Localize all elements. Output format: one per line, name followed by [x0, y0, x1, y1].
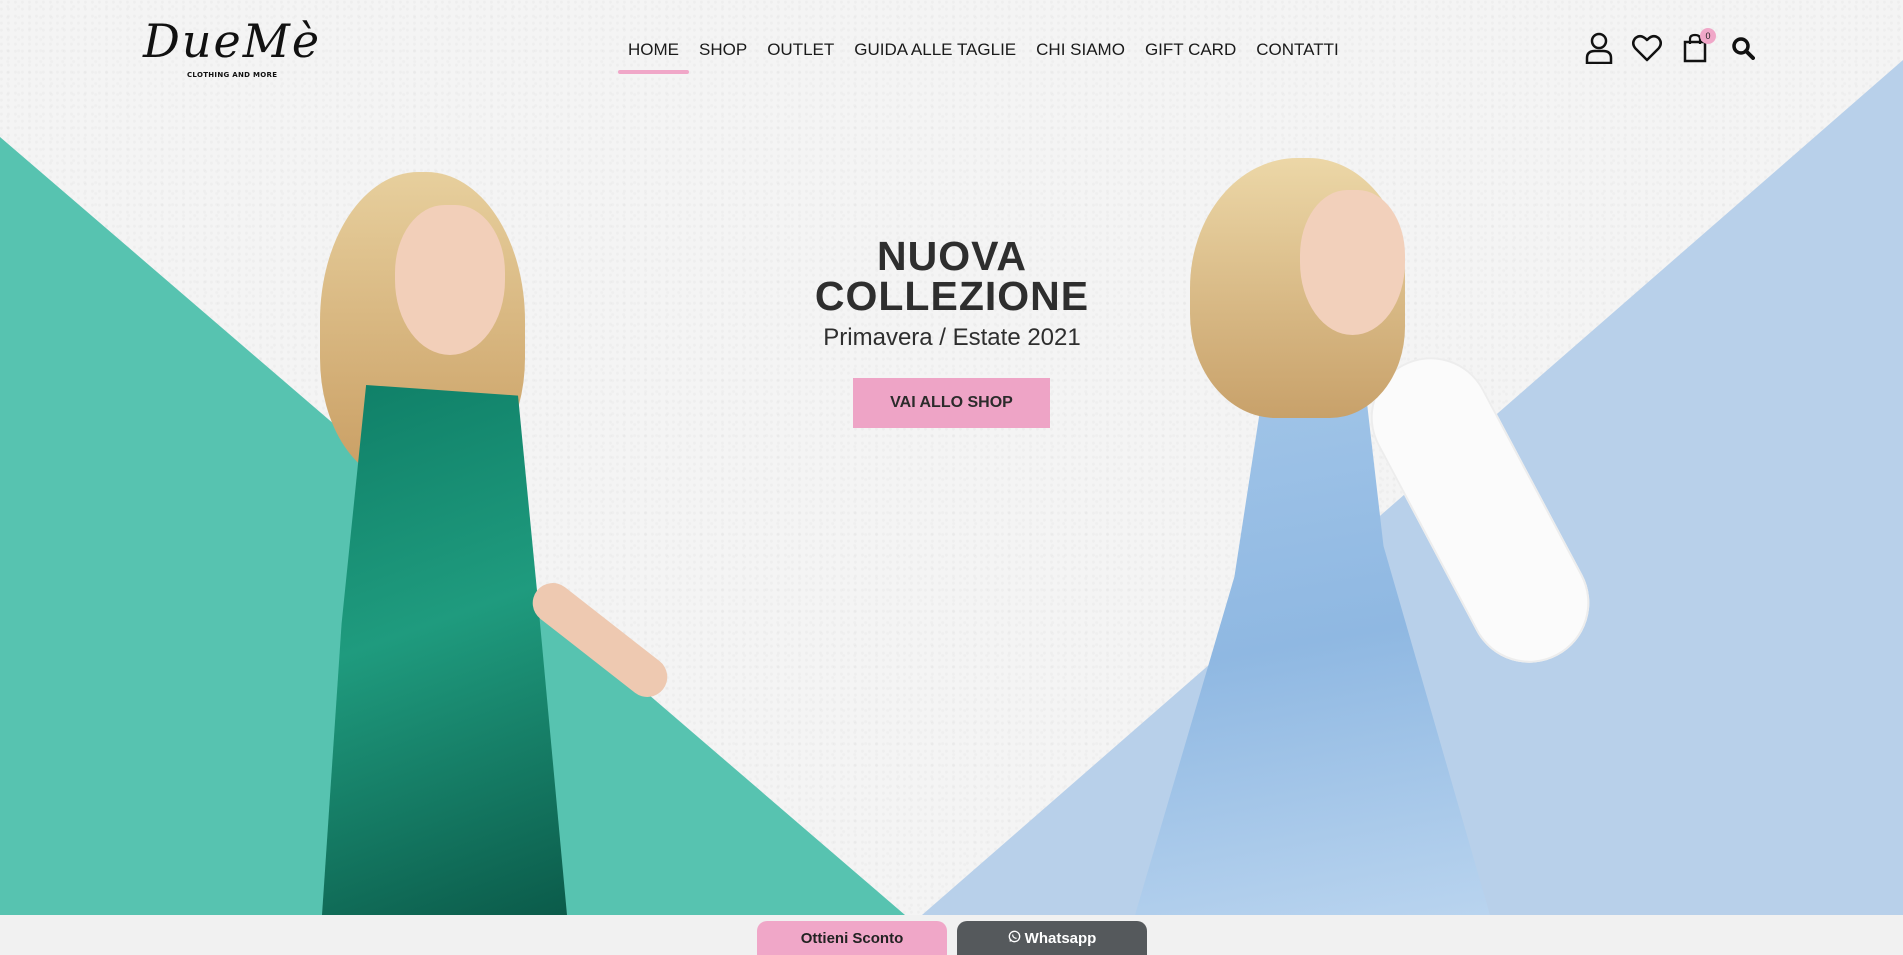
discount-button[interactable]: Ottieni Sconto [757, 921, 947, 955]
nav-item-gift-card[interactable]: GIFT CARD [1135, 36, 1246, 74]
hero-banner: NUOVA COLLEZIONE Primavera / Estate 2021… [0, 0, 1903, 915]
shop-cta-button[interactable]: VAI ALLO SHOP [853, 378, 1050, 428]
nav-item-shop[interactable]: SHOP [689, 36, 757, 74]
header-icons: 0 [1584, 28, 1758, 64]
whatsapp-icon [1008, 930, 1021, 947]
main-nav: HOME SHOP OUTLET GUIDA ALLE TAGLIE CHI S… [618, 36, 1349, 74]
whatsapp-label: Whatsapp [1024, 929, 1097, 947]
nav-item-about[interactable]: CHI SIAMO [1026, 36, 1135, 74]
model-right-face [1300, 190, 1405, 335]
hero-title-line1: NUOVA [876, 233, 1028, 279]
nav-item-outlet[interactable]: OUTLET [757, 36, 844, 74]
nav-item-size-guide[interactable]: GUIDA ALLE TAGLIE [844, 36, 1026, 74]
heart-icon[interactable] [1632, 32, 1662, 64]
logo[interactable]: DueMè CLOTHING AND MORE [143, 14, 333, 82]
logo-script: DueMè [143, 14, 322, 68]
whatsapp-button[interactable]: Whatsapp [957, 921, 1147, 955]
nav-item-home[interactable]: HOME [618, 36, 689, 74]
search-icon[interactable] [1728, 32, 1758, 64]
shopping-bag-icon[interactable]: 0 [1680, 28, 1716, 64]
site-header: DueMè CLOTHING AND MORE HOME SHOP OUTLET… [0, 0, 1903, 100]
hero-title-line2: COLLEZIONE [814, 273, 1090, 319]
hero-subtitle: Primavera / Estate 2021 [823, 324, 1081, 351]
model-left-face [395, 205, 505, 355]
bottom-bar [0, 915, 1903, 955]
hero-title: NUOVA COLLEZIONE [752, 233, 1152, 319]
cart-count-badge: 0 [1700, 28, 1716, 44]
logo-tagline: CLOTHING AND MORE [187, 71, 278, 79]
nav-item-contacts[interactable]: CONTATTI [1246, 36, 1348, 74]
hero-text-block: NUOVA COLLEZIONE Primavera / Estate 2021 [752, 236, 1152, 352]
user-icon[interactable] [1584, 32, 1614, 64]
